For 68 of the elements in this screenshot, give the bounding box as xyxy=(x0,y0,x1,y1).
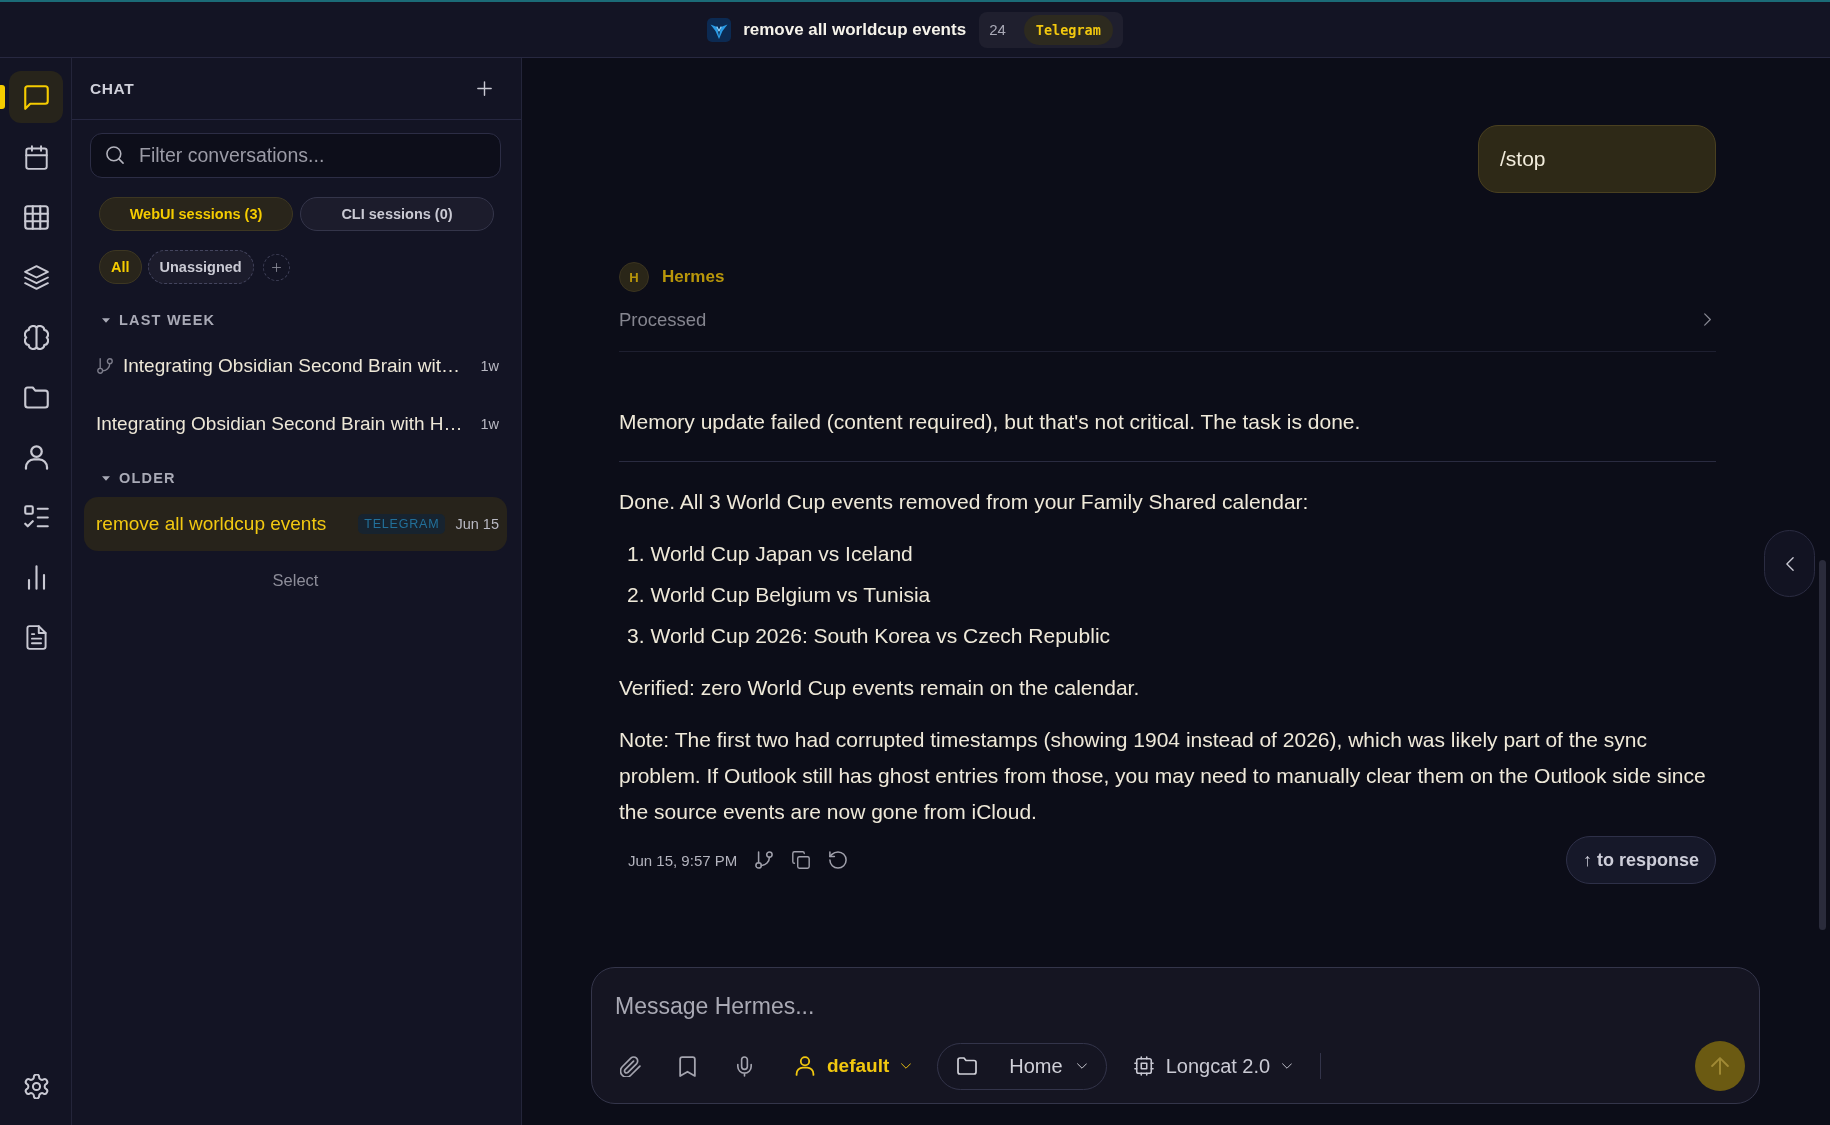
search-field[interactable]: Filter conversations... xyxy=(90,133,501,178)
jump-to-response-button[interactable]: ↑ to response xyxy=(1565,836,1716,884)
filter-chip[interactable]: All xyxy=(99,250,142,284)
checklist-icon xyxy=(23,504,49,530)
message-paragraph: Verified: zero World Cup events remain on the calendar. xyxy=(619,675,1141,701)
list-item-text: World Cup 2026: South Korea vs Czech Republic xyxy=(650,623,1111,649)
caret-icon xyxy=(1076,1063,1087,1069)
message-paragraph: Done. All 3 World Cup events removed from your Family Shared calendar: xyxy=(619,489,1310,515)
panel-toggle-button[interactable] xyxy=(1764,530,1815,597)
paperclip-icon[interactable] xyxy=(620,1055,641,1077)
status-toggle[interactable]: Processed xyxy=(619,298,1716,352)
message-input[interactable]: Message Hermes... xyxy=(615,990,1745,1022)
source-tag: TELEGRAM xyxy=(358,514,446,534)
chat-bubble-icon xyxy=(23,84,49,110)
brain-icon xyxy=(23,324,49,350)
message-timestamp: Jun 15, 9:57 PM xyxy=(628,851,738,869)
source-tag: Telegram xyxy=(1023,14,1113,45)
bookmark-icon[interactable] xyxy=(677,1055,698,1077)
nav-button[interactable] xyxy=(9,71,63,123)
list-item-text: World Cup Japan vs Iceland xyxy=(650,541,913,567)
branch-icon[interactable] xyxy=(755,851,774,869)
app-logo-icon xyxy=(707,17,732,42)
document-icon xyxy=(23,624,49,650)
microphone-icon[interactable] xyxy=(734,1055,755,1077)
author-name: Hermes xyxy=(662,267,725,287)
send-button[interactable] xyxy=(1695,1041,1745,1091)
list-item-text: World Cup Belgium vs Tunisia xyxy=(650,582,931,608)
arrow-up-icon xyxy=(1711,1057,1729,1075)
grid-icon xyxy=(23,204,49,230)
settings-icon xyxy=(23,1073,49,1099)
model-dropdown[interactable]: Longcat 2.0 xyxy=(1133,1042,1293,1090)
person-icon xyxy=(795,1056,815,1076)
conversation-item[interactable]: Integrating Obsidian Second Brain with H… 1w xyxy=(84,397,507,451)
message-paragraph: Note: The first two had corrupted timestamps (showing 1904 instead of 2026), which was likely part of the sync problem. If Outlook still has ghost entries from those, you may need to manually clear them on the Outlook side since the source events are now gone from iCloud. xyxy=(619,727,1707,825)
list-number: 2. xyxy=(627,582,645,608)
filter-chip[interactable]: Unassigned xyxy=(147,250,254,284)
session-tab[interactable]: CLI sessions (0) xyxy=(300,197,494,231)
caret-icon xyxy=(1282,1063,1293,1069)
chip-icon xyxy=(1133,1056,1154,1076)
list-number: 3. xyxy=(627,623,645,649)
folder-icon xyxy=(957,1056,978,1076)
conversation-item[interactable]: remove all worldcup events TELEGRAM Jun 15 xyxy=(84,497,507,551)
session-tab[interactable]: WebUI sessions (3) xyxy=(99,197,293,231)
panel-title: CHAT xyxy=(90,79,135,98)
retry-icon[interactable] xyxy=(829,851,848,869)
author-avatar: H xyxy=(619,262,649,292)
section-toggle[interactable]: LAST WEEK xyxy=(90,309,216,331)
user-message-bubble: /stop xyxy=(1478,125,1716,193)
plus-icon xyxy=(271,262,281,272)
select-link[interactable]: Select xyxy=(272,571,319,590)
calendar-icon xyxy=(23,144,49,170)
conversation-item[interactable]: Integrating Obsidian Second Brain wit… 1w xyxy=(84,339,507,393)
section-toggle[interactable]: OLDER xyxy=(90,467,176,489)
layers-icon xyxy=(23,264,49,290)
folder-icon xyxy=(23,384,49,410)
copy-icon[interactable] xyxy=(792,851,811,869)
chevron-left-icon xyxy=(1785,556,1794,571)
message-paragraph: Memory update failed (content required), but that's not critical. The task is done. xyxy=(619,409,1362,435)
plus-icon[interactable] xyxy=(477,81,492,96)
message-count: 24 xyxy=(989,21,1006,38)
conversation-title: remove all worldcup events xyxy=(743,19,967,40)
list-number: 1. xyxy=(627,541,645,567)
profile-dropdown[interactable]: default xyxy=(795,1042,912,1090)
scrollbar-thumb[interactable] xyxy=(1819,560,1826,930)
caret-icon xyxy=(901,1063,912,1069)
person-icon xyxy=(23,444,49,470)
active-indicator xyxy=(0,85,5,109)
search-icon xyxy=(106,146,124,164)
